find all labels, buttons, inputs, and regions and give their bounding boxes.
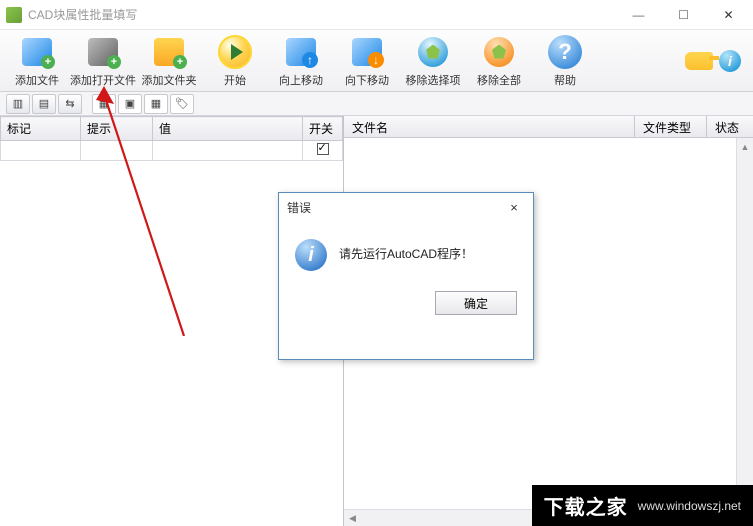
dialog-ok-button[interactable]: 确定: [435, 291, 517, 315]
switch-checkbox[interactable]: [317, 143, 329, 155]
col-switch[interactable]: 开关: [303, 117, 343, 141]
start-button[interactable]: 开始: [204, 32, 266, 90]
main-toolbar: + 添加文件 + 添加打开文件 + 添加文件夹 开始 ↑ 向上移动 ↓ 向下移动…: [0, 30, 753, 92]
add-file-icon: +: [22, 38, 52, 66]
help-button[interactable]: ? 帮助: [534, 32, 596, 90]
col-value[interactable]: 值: [153, 117, 303, 141]
dialog-title: 错误: [287, 199, 503, 216]
help-icon: ?: [548, 35, 582, 69]
col-hint[interactable]: 提示: [81, 117, 153, 141]
cell-mark[interactable]: [1, 141, 81, 161]
attribute-table[interactable]: 标记 提示 值 开关: [0, 116, 343, 161]
maximize-button[interactable]: ☐: [661, 1, 706, 29]
file-list-header: 文件名 文件类型 状态: [344, 116, 753, 138]
col-filename[interactable]: 文件名: [344, 116, 635, 137]
move-up-icon: ↑: [286, 38, 316, 66]
window-title: CAD块属性批量填写: [28, 6, 616, 23]
col-mark[interactable]: 标记: [1, 117, 81, 141]
remove-all-icon: [484, 37, 514, 67]
info-icon[interactable]: i: [719, 50, 741, 72]
start-label: 开始: [224, 72, 246, 88]
add-file-label: 添加文件: [15, 72, 59, 88]
remove-all-label: 移除全部: [477, 72, 521, 88]
cell-hint[interactable]: [81, 141, 153, 161]
move-up-label: 向上移动: [279, 72, 323, 88]
move-down-button[interactable]: ↓ 向下移动: [336, 32, 398, 90]
vertical-scrollbar[interactable]: ▲ ▼: [736, 138, 753, 508]
error-dialog: 错误 × i 请先运行AutoCAD程序！ 确定: [278, 192, 534, 360]
dialog-close-button[interactable]: ×: [503, 197, 525, 217]
remove-all-button[interactable]: 移除全部: [468, 32, 530, 90]
subtool-1[interactable]: ▥: [6, 94, 30, 114]
col-filetype[interactable]: 文件类型: [635, 116, 707, 137]
add-open-file-label: 添加打开文件: [70, 72, 136, 88]
close-button[interactable]: ✕: [706, 1, 751, 29]
cell-value[interactable]: [153, 141, 303, 161]
move-up-button[interactable]: ↑ 向上移动: [270, 32, 332, 90]
subtool-7[interactable]: 🏷: [170, 94, 194, 114]
subtool-5[interactable]: ▣: [118, 94, 142, 114]
dialog-message: 请先运行AutoCAD程序！: [339, 239, 473, 262]
scroll-left-icon[interactable]: ◀: [344, 510, 361, 526]
move-down-icon: ↓: [352, 38, 382, 66]
remove-sel-label: 移除选择项: [406, 72, 461, 88]
subtool-2[interactable]: ▤: [32, 94, 56, 114]
subtool-4[interactable]: ▦: [92, 94, 116, 114]
add-folder-button[interactable]: + 添加文件夹: [138, 32, 200, 90]
remove-selection-button[interactable]: 移除选择项: [402, 32, 464, 90]
key-icon[interactable]: [685, 52, 713, 70]
remove-sel-icon: [418, 37, 448, 67]
start-icon: [218, 35, 252, 69]
window-titlebar: CAD块属性批量填写 — ☐ ✕: [0, 0, 753, 30]
add-file-button[interactable]: + 添加文件: [6, 32, 68, 90]
subtool-3[interactable]: ⇆: [58, 94, 82, 114]
sub-toolbar: ▥ ▤ ⇆ ▦ ▣ ▦ 🏷: [0, 92, 753, 116]
add-folder-icon: +: [154, 38, 184, 66]
subtool-6[interactable]: ▦: [144, 94, 168, 114]
move-down-label: 向下移动: [345, 72, 389, 88]
watermark-brand: 下载之家: [544, 491, 628, 520]
minimize-button[interactable]: —: [616, 1, 661, 29]
scroll-up-icon[interactable]: ▲: [737, 138, 753, 155]
dialog-titlebar: 错误 ×: [279, 193, 533, 221]
col-status[interactable]: 状态: [707, 116, 753, 137]
add-open-file-button[interactable]: + 添加打开文件: [72, 32, 134, 90]
cell-switch[interactable]: [303, 141, 343, 161]
watermark: 下载之家 www.windowszj.net: [532, 485, 753, 526]
app-icon: [6, 7, 22, 23]
table-row[interactable]: [1, 141, 343, 161]
info-dialog-icon: i: [295, 239, 327, 271]
help-label: 帮助: [554, 72, 576, 88]
watermark-url: www.windowszj.net: [638, 499, 741, 513]
add-folder-label: 添加文件夹: [142, 72, 197, 88]
add-open-file-icon: +: [88, 38, 118, 66]
